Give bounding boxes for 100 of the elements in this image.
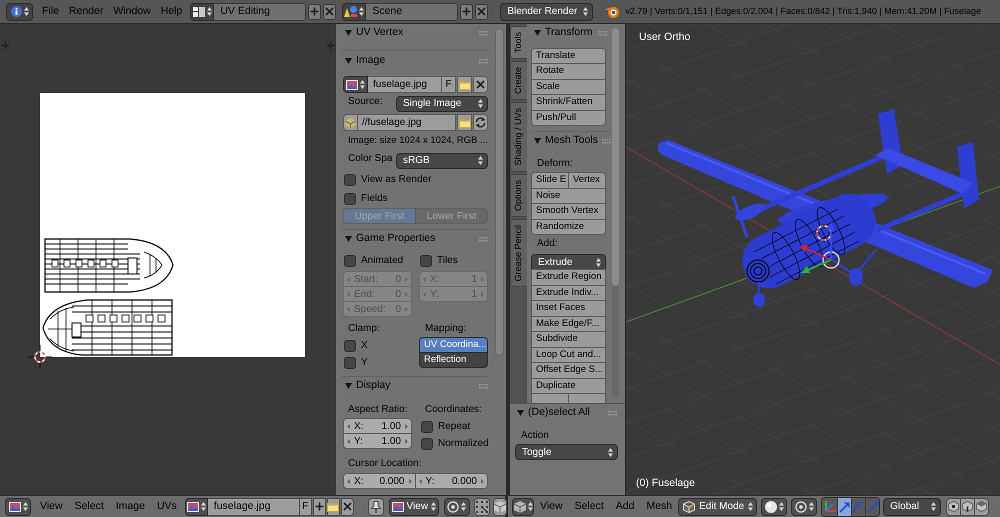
filepath-field[interactable]: //fuselage.jpg	[358, 114, 456, 131]
view-mode-dropdown[interactable]: View	[388, 498, 439, 516]
checkbox[interactable]	[344, 340, 356, 352]
region-toggle-button[interactable]	[1, 41, 10, 50]
tab[interactable]: Tools	[510, 26, 527, 60]
edge-select-button[interactable]	[960, 498, 976, 516]
tool-button[interactable]: Slide E	[531, 172, 569, 188]
editor-type-button[interactable]	[6, 2, 33, 20]
image-name-field[interactable]: fuselage.jpg	[208, 498, 300, 516]
checkbox-label[interactable]: Fields	[361, 191, 388, 206]
tool-button[interactable]: Offset Edge S...	[531, 362, 606, 378]
open-button[interactable]	[457, 114, 472, 131]
tool-button[interactable]: Shrink/Fatten	[531, 94, 606, 110]
add-button[interactable]	[460, 4, 474, 20]
shading-dropdown[interactable]	[761, 498, 788, 516]
action-dropdown[interactable]: Toggle	[515, 444, 618, 460]
pivot-dropdown[interactable]	[791, 498, 818, 516]
checkbox-label[interactable]: View as Render	[361, 172, 432, 187]
cube-button[interactable]	[492, 498, 507, 516]
panel-title[interactable]: Display	[356, 378, 390, 394]
menu-item[interactable]: Mesh	[640, 498, 678, 516]
add-button[interactable]	[308, 4, 322, 20]
checkbox[interactable]	[344, 192, 356, 204]
menu-item[interactable]: Help	[156, 2, 188, 20]
tool-button[interactable]: Translate	[531, 48, 606, 64]
image-browse-button[interactable]	[184, 498, 208, 516]
checkbox-label[interactable]: Normalized	[438, 436, 489, 451]
panel-title[interactable]: (De)select All	[528, 405, 590, 421]
checkbox-label[interactable]: X	[361, 338, 368, 353]
tab[interactable]: Grease Pencil	[510, 218, 527, 288]
tool-button[interactable]: Vertex	[568, 172, 606, 188]
number-field[interactable]: Y: 1.00	[343, 433, 412, 449]
render-engine-dropdown[interactable]: Blender Render	[500, 2, 594, 20]
checkbox[interactable]	[344, 254, 356, 266]
checkbox-label[interactable]: Y	[361, 355, 368, 370]
unlink-button[interactable]	[473, 76, 488, 93]
scrollbar[interactable]	[612, 28, 619, 398]
manipulator-button[interactable]	[837, 498, 852, 516]
checkbox[interactable]	[421, 438, 433, 450]
menu-item[interactable]: Window	[108, 2, 156, 20]
extrude-dropdown[interactable]: Extrude	[531, 254, 606, 270]
vertex-grid-button[interactable]	[474, 498, 490, 516]
checkbox-label[interactable]: Repeat	[438, 419, 470, 434]
scrollbar[interactable]	[495, 28, 504, 356]
delete-button[interactable]	[475, 4, 488, 20]
panel-title[interactable]: Transform	[545, 25, 592, 41]
face-select-button[interactable]	[974, 498, 990, 516]
panel-title[interactable]: Game Properties	[356, 231, 436, 247]
tab[interactable]: Options	[510, 174, 527, 217]
source-dropdown[interactable]: Single Image	[396, 96, 488, 112]
tool-button[interactable]: Inset Faces	[531, 300, 606, 316]
tab[interactable]: Create	[510, 61, 527, 100]
tool-button[interactable]: Push/Pull	[531, 110, 606, 126]
tool-button[interactable]: Smooth Vertex	[531, 203, 606, 220]
fake-user-button[interactable]: F	[300, 498, 312, 516]
menu-item[interactable]: View	[34, 498, 69, 516]
menu-item[interactable]: Image	[110, 498, 151, 516]
tool-button[interactable]: Randomize	[531, 218, 606, 235]
scrollbar-thumb[interactable]	[612, 28, 619, 286]
reload-button[interactable]	[473, 114, 488, 131]
checkbox[interactable]	[344, 356, 356, 368]
menu-item[interactable]: Render	[64, 2, 108, 20]
checkbox-label[interactable]: Animated	[361, 253, 404, 268]
menu-item[interactable]: Add	[610, 498, 640, 516]
checkbox[interactable]	[344, 174, 356, 186]
checkbox[interactable]	[421, 420, 433, 432]
color-space-dropdown[interactable]: sRGB	[396, 152, 488, 168]
menu-item[interactable]: File	[37, 2, 64, 20]
vertex-select-button[interactable]	[946, 498, 962, 516]
region-toggle-button[interactable]	[326, 41, 335, 50]
delete-button[interactable]	[323, 4, 336, 20]
panel-title[interactable]: Image	[356, 53, 386, 69]
scene-browse-button[interactable]	[342, 2, 366, 20]
pin-button[interactable]	[368, 498, 384, 516]
file-browse-button[interactable]	[343, 114, 358, 131]
menu-item[interactable]: View	[534, 498, 569, 516]
editor-type-button[interactable]	[512, 498, 534, 516]
scene-name-field[interactable]: Scene	[366, 2, 458, 20]
panel-title[interactable]: Mesh Tools	[545, 133, 598, 149]
editor-type-button[interactable]	[5, 498, 31, 516]
tab[interactable]: Shading / UVs	[510, 102, 527, 172]
number-field[interactable]: Y: 0.000	[414, 473, 488, 489]
radio-option[interactable]: Reflection	[419, 352, 488, 368]
tool-button[interactable]: Rotate	[531, 63, 606, 80]
checkbox[interactable]	[420, 254, 432, 266]
menu-item[interactable]: Select	[568, 498, 610, 516]
radio-option[interactable]: UV Coordina...	[419, 337, 488, 353]
layout-name-field[interactable]: UV Editing	[214, 2, 306, 20]
open-button[interactable]	[457, 76, 472, 93]
manipulator-toggle[interactable]	[822, 498, 838, 516]
checkbox-label[interactable]: Tiles	[437, 253, 458, 268]
number-field[interactable]: X: 1.00	[343, 418, 412, 434]
image-name-field[interactable]: fuselage.jpg	[368, 76, 442, 93]
menu-item[interactable]: Select	[68, 498, 110, 516]
number-field[interactable]: X: 0.000	[343, 473, 416, 489]
pivot-dropdown[interactable]	[444, 498, 470, 516]
layout-browse-button[interactable]	[190, 2, 214, 20]
orientation-dropdown[interactable]: Global	[883, 498, 942, 516]
new-image-button[interactable]	[312, 498, 326, 516]
tool-button[interactable]: Extrude Region	[531, 269, 606, 286]
